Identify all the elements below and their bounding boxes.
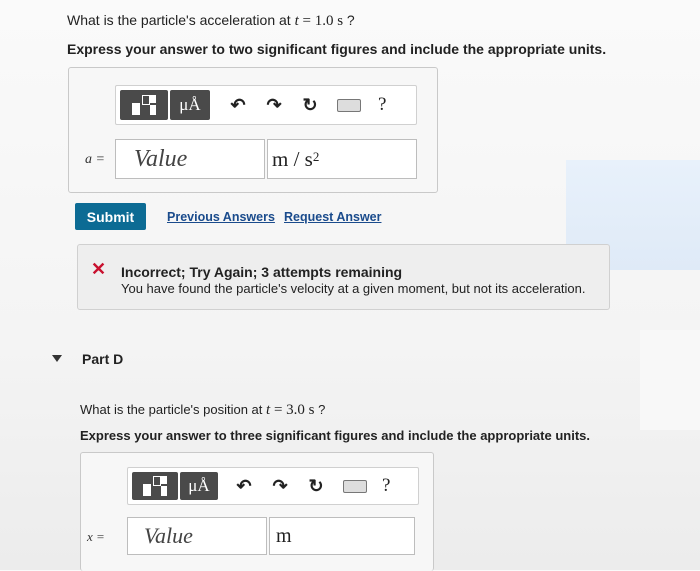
variable-label-part-d: x = (87, 529, 105, 544)
feedback-box: ✕ Incorrect; Try Again; 3 attempts remai… (77, 244, 610, 310)
template-button[interactable] (120, 90, 168, 120)
value-input-part-d[interactable]: Value (127, 517, 267, 555)
collapse-triangle-icon[interactable] (52, 355, 62, 362)
keyboard-button-part-d[interactable] (340, 471, 370, 501)
value-input[interactable]: Value (115, 139, 265, 179)
units-button[interactable]: μÅ (170, 90, 210, 120)
question-part-c: What is the particle's acceleration at t… (67, 12, 355, 29)
keyboard-icon (343, 479, 367, 493)
reset-icon[interactable]: ↻ (302, 471, 330, 501)
submit-button[interactable]: Submit (75, 203, 146, 230)
units-input-part-d[interactable]: m (269, 517, 415, 555)
undo-icon[interactable]: ↶ (230, 471, 258, 501)
instruction-part-d: Express your answer to three significant… (80, 428, 590, 443)
redo-icon[interactable]: ↷ (266, 471, 294, 501)
help-icon[interactable]: ? (378, 90, 386, 120)
undo-icon[interactable]: ↶ (224, 90, 252, 120)
math-toolbar: μÅ ↶ ↷ ↻ ? (115, 85, 417, 125)
request-answer-link[interactable]: Request Answer (284, 210, 381, 224)
variable-label: a = (85, 152, 105, 167)
part-d-label[interactable]: Part D (82, 351, 123, 367)
template-grid-icon (132, 95, 156, 115)
redo-icon[interactable]: ↷ (260, 90, 288, 120)
instruction-part-c: Express your answer to two significant f… (67, 41, 607, 57)
answer-panel-part-d: μÅ ↶ ↷ ↻ ? x = Value m (80, 452, 434, 571)
answer-panel-part-c: μÅ ↶ ↷ ↻ ? a = Value m / s2 (68, 67, 438, 193)
template-button-part-d[interactable] (132, 472, 178, 500)
feedback-message: You have found the particle's velocity a… (121, 281, 586, 296)
background-glare (640, 330, 700, 430)
reset-icon[interactable]: ↻ (296, 90, 324, 120)
feedback-title: Incorrect; Try Again; 3 attempts remaini… (121, 264, 403, 280)
math-toolbar-part-d: μÅ ↶ ↷ ↻ ? (127, 467, 419, 505)
help-icon[interactable]: ? (382, 471, 390, 501)
incorrect-x-icon: ✕ (91, 259, 107, 279)
question-part-d: What is the particle's position at t = 3… (80, 402, 326, 418)
keyboard-button[interactable] (334, 90, 364, 120)
template-grid-icon (143, 476, 167, 496)
units-input[interactable]: m / s2 (267, 139, 417, 179)
previous-answers-link[interactable]: Previous Answers (167, 210, 275, 224)
keyboard-icon (337, 98, 361, 112)
units-button-part-d[interactable]: μÅ (180, 472, 218, 500)
